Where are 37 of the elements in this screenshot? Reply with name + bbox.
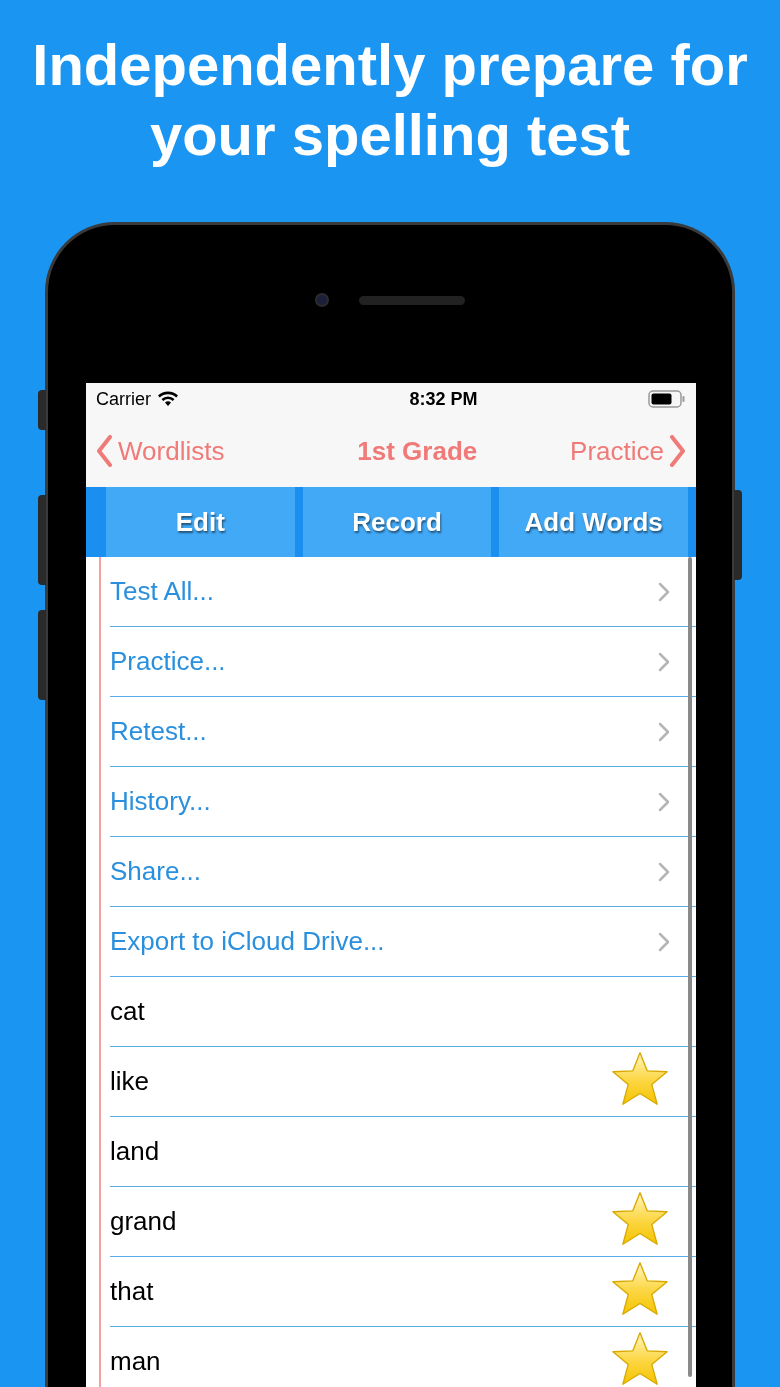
word-item[interactable]: that [110,1272,154,1311]
chevron-icon [658,581,670,602]
chevron-icon [658,651,670,672]
menu-item[interactable]: Practice... [110,642,226,681]
star-icon[interactable] [610,1331,670,1387]
menu-item[interactable]: Test All... [110,572,215,611]
clock-time: 8:32 PM [409,387,478,411]
nav-title: 1st Grade [357,434,478,468]
star-icon[interactable] [610,1051,670,1107]
toolbar-button[interactable]: Edit [106,487,295,557]
headline-text: Independently prepare for [32,31,748,99]
star-icon[interactable] [610,1191,670,1247]
chevron-icon [658,931,670,952]
back-chevron-icon [96,435,112,467]
chevron-icon [658,791,670,812]
chevron-icon [658,721,670,742]
star-icon[interactable] [610,1261,670,1317]
menu-item[interactable]: Retest... [110,712,207,751]
toolbar-button[interactable]: Record [302,487,492,557]
chevron-icon [658,861,670,882]
menu-item[interactable]: Share... [110,852,202,891]
word-item[interactable]: like [110,1062,149,1101]
word-item[interactable]: grand [110,1202,177,1241]
menu-item[interactable]: History... [110,782,211,821]
toolbar-button[interactable]: Add Words [499,487,688,557]
word-item[interactable]: cat [110,992,145,1031]
forward-chevron-icon [670,435,686,467]
word-item[interactable]: man [110,1342,161,1381]
carrier-label: Carrier [96,387,151,411]
forward-button[interactable]: Practice [570,431,686,471]
camera-icon [315,293,329,307]
battery-icon [648,390,686,408]
menu-item[interactable]: Export to iCloud Drive... [110,922,385,961]
word-item[interactable]: land [110,1132,160,1171]
back-button[interactable]: Wordlists [96,431,225,471]
headline-text: your spelling test [149,101,631,169]
wifi-icon [157,391,179,407]
